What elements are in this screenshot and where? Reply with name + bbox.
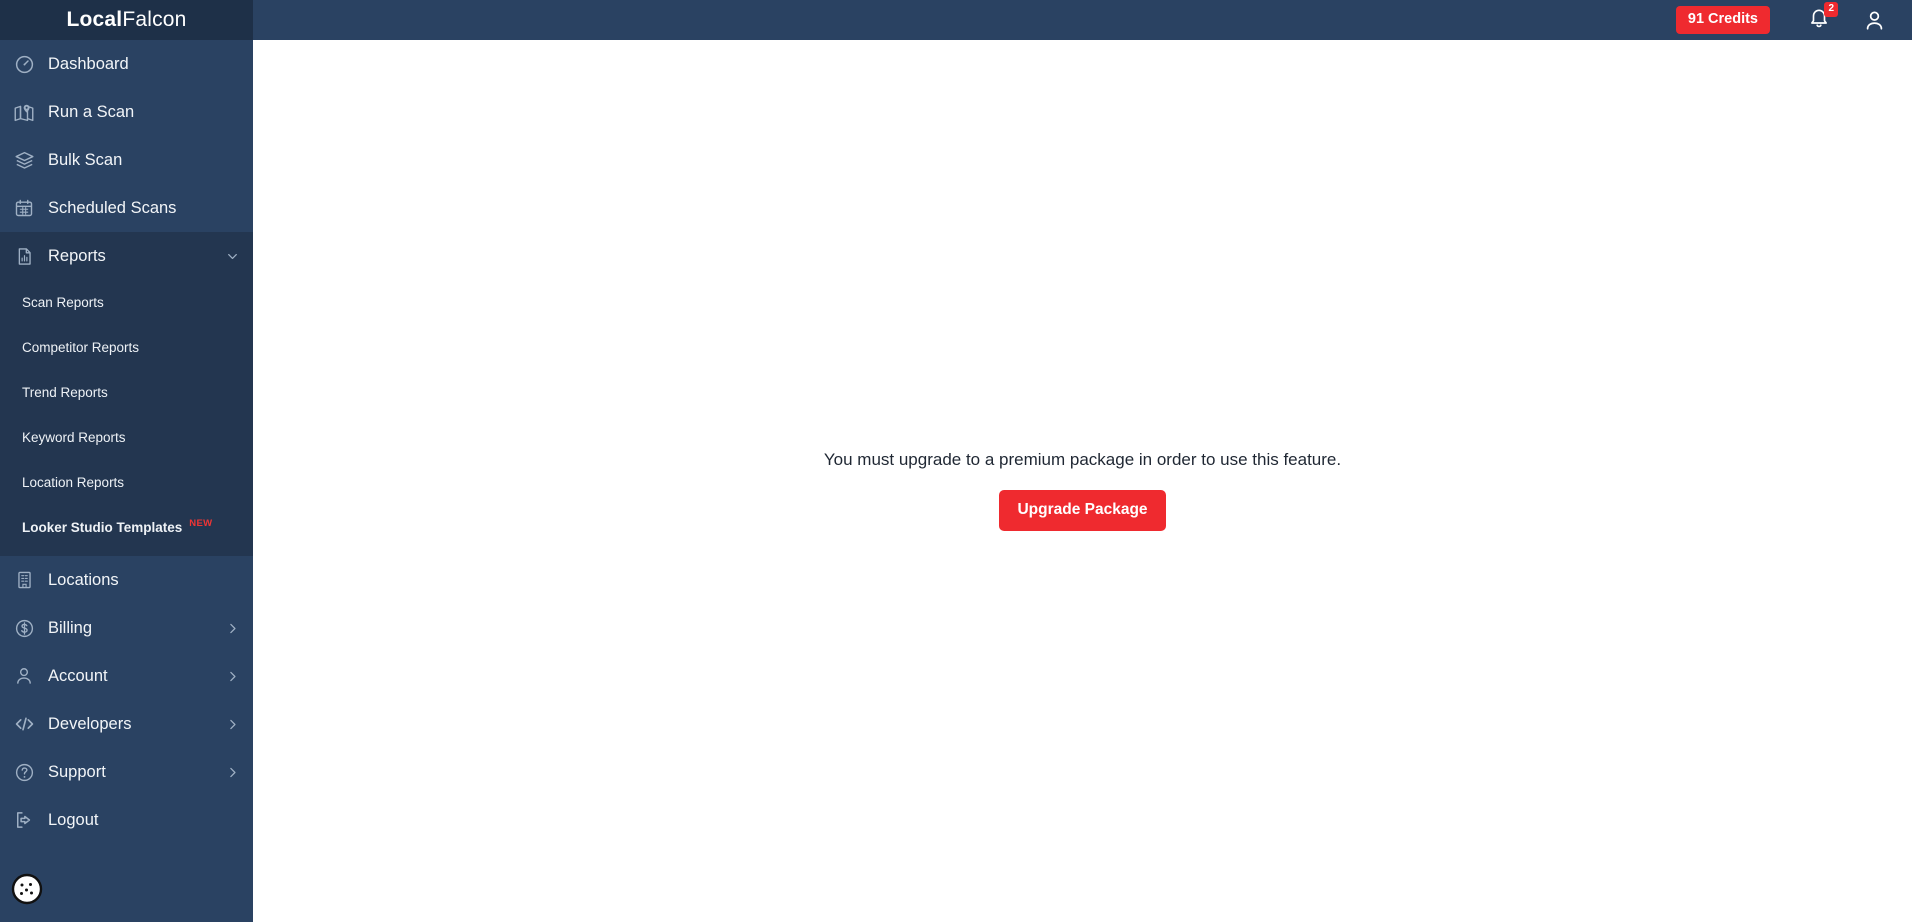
sidebar-item-label: Locations — [48, 570, 119, 589]
sidebar-subitem-looker-studio-templates[interactable]: Looker Studio Templates NEW — [0, 505, 253, 550]
upgrade-notice-text: You must upgrade to a premium package in… — [823, 450, 1342, 469]
sidebar-item-label: Developers — [48, 714, 132, 733]
chevron-right-icon — [225, 717, 239, 731]
sidebar-item-run-a-scan[interactable]: Run a Scan — [0, 88, 253, 136]
sidebar-subitem-label: Trend Reports — [22, 385, 108, 400]
sidebar-subitem-competitor-reports[interactable]: Competitor Reports — [0, 325, 253, 370]
sidebar-item-label: Scheduled Scans — [48, 198, 177, 217]
main-content: You must upgrade to a premium package in… — [253, 40, 1912, 922]
top-header-bar: 91 Credits 2 — [253, 0, 1912, 40]
no-chevron — [225, 153, 239, 167]
building-icon — [10, 568, 38, 592]
sidebar-item-locations[interactable]: Locations — [0, 556, 253, 604]
chevron-right-icon — [225, 669, 239, 683]
sidebar-subitem-location-reports[interactable]: Location Reports — [0, 460, 253, 505]
sidebar-item-billing[interactable]: Billing — [0, 604, 253, 652]
reports-submenu: Scan Reports Competitor Reports Trend Re… — [0, 280, 253, 556]
app-root: LocalFalcon Dashboard Run a Scan Bulk Sc… — [0, 0, 1912, 922]
sidebar-item-bulk-scan[interactable]: Bulk Scan — [0, 136, 253, 184]
credits-badge[interactable]: 91 Credits — [1675, 6, 1770, 34]
upgrade-notice-block: You must upgrade to a premium package in… — [253, 448, 1912, 531]
sidebar-item-label: Bulk Scan — [48, 150, 123, 169]
no-chevron — [225, 201, 239, 215]
map-pin-icon — [10, 100, 38, 124]
notification-count-badge: 2 — [1824, 2, 1838, 17]
sidebar-item-dashboard[interactable]: Dashboard — [0, 40, 253, 88]
sidebar-item-label: Dashboard — [48, 54, 129, 73]
gauge-icon — [10, 52, 38, 76]
sidebar-item-scheduled-scans[interactable]: Scheduled Scans — [0, 184, 253, 232]
sidebar-item-reports[interactable]: Reports — [0, 232, 253, 280]
sidebar-subitem-label: Scan Reports — [22, 295, 104, 310]
sidebar-subitem-label: Location Reports — [22, 475, 125, 490]
layers-icon — [10, 148, 38, 172]
sidebar: LocalFalcon Dashboard Run a Scan Bulk Sc… — [0, 0, 253, 922]
no-chevron — [225, 573, 239, 587]
brand-logo: LocalFalcon — [66, 8, 186, 32]
sidebar-item-developers[interactable]: Developers — [0, 700, 253, 748]
sidebar-item-label: Logout — [48, 810, 99, 829]
dollar-circle-icon — [10, 616, 38, 640]
sidebar-item-label: Reports — [48, 246, 106, 265]
cookie-icon[interactable] — [10, 872, 44, 906]
chevron-right-icon — [225, 621, 239, 635]
sidebar-item-label: Account — [48, 666, 108, 685]
content-region: 91 Credits 2 You must upgrade to a premi… — [253, 0, 1912, 922]
sidebar-item-label: Run a Scan — [48, 102, 135, 121]
chevron-right-icon — [225, 765, 239, 779]
sidebar-item-label: Billing — [48, 618, 93, 637]
sidebar-logo-header[interactable]: LocalFalcon — [0, 0, 253, 40]
sidebar-item-support[interactable]: Support — [0, 748, 253, 796]
new-badge: NEW — [189, 518, 213, 529]
sidebar-subitem-trend-reports[interactable]: Trend Reports — [0, 370, 253, 415]
chevron-down-icon — [225, 249, 239, 263]
upgrade-package-button[interactable]: Upgrade Package — [999, 489, 1166, 531]
person-icon — [10, 664, 38, 688]
sidebar-item-logout[interactable]: Logout — [0, 796, 253, 844]
brand-name-bold: Local — [66, 8, 123, 31]
brand-name-light: Falcon — [122, 8, 187, 31]
code-brackets-icon — [10, 712, 38, 736]
sign-out-icon — [10, 808, 38, 832]
sidebar-subitem-label: Looker Studio Templates — [22, 520, 183, 535]
sidebar-subitem-label: Keyword Reports — [22, 430, 126, 445]
sidebar-subitem-keyword-reports[interactable]: Keyword Reports — [0, 415, 253, 460]
no-chevron — [225, 813, 239, 827]
no-chevron — [225, 105, 239, 119]
notifications-button[interactable]: 2 — [1796, 0, 1842, 40]
sidebar-item-label: Support — [48, 762, 106, 781]
user-avatar-icon[interactable] — [1854, 0, 1894, 40]
sidebar-item-account[interactable]: Account — [0, 652, 253, 700]
calendar-icon — [10, 196, 38, 220]
document-chart-icon — [10, 244, 38, 268]
question-circle-icon — [10, 760, 38, 784]
sidebar-subitem-scan-reports[interactable]: Scan Reports — [0, 280, 253, 325]
no-chevron — [225, 57, 239, 71]
sidebar-subitem-label: Competitor Reports — [22, 340, 140, 355]
